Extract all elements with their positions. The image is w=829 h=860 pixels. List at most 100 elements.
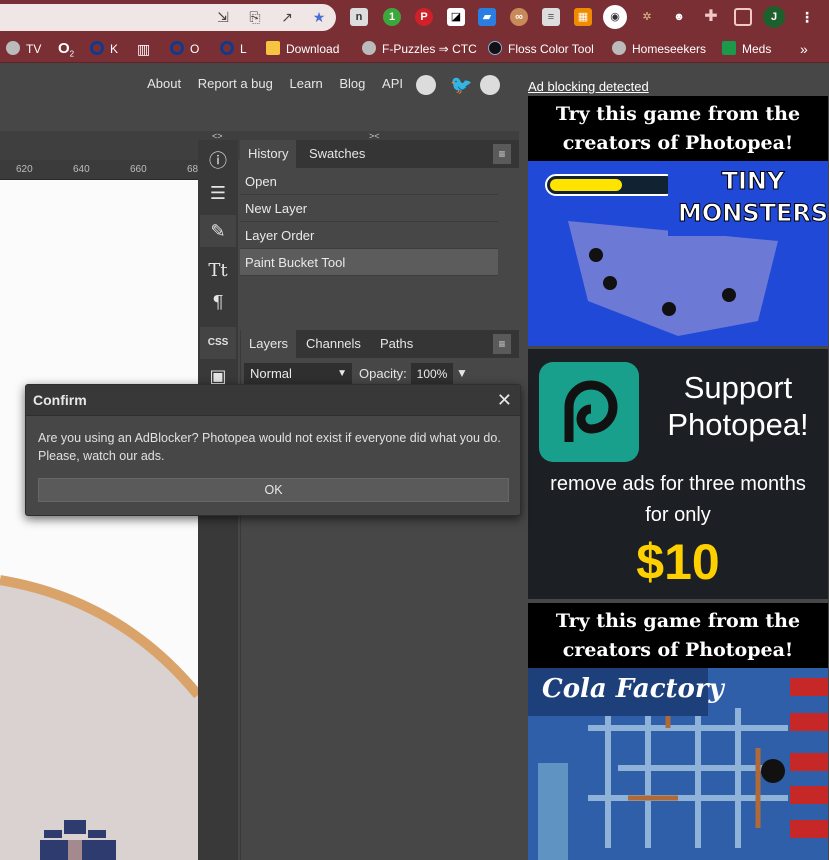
history-tabs: History Swatches ≡ (240, 140, 519, 168)
ring-icon (170, 41, 184, 55)
twitter-icon[interactable]: 🐦 (450, 75, 472, 95)
ad-blocking-notice[interactable]: Ad blocking detected (528, 79, 649, 94)
ad-sidebar: Ad blocking detected Try this game from … (519, 63, 829, 860)
browser-toolbar: ⇲ ⎘ ↗ ★ n 1 P ◪ ▰ ∞ ≡ ▦ ◉ ✲ ☻ ✚ J ⋮ (0, 0, 829, 35)
tiny-monsters-game-image: TINY MONSTERS (528, 161, 828, 346)
puzzle-icon[interactable]: ✚ (702, 8, 720, 26)
bookmark-homeseekers[interactable]: Homeseekers (612, 40, 706, 58)
bookmark-label: F-Puzzles ⇒ CTC (382, 42, 477, 56)
reddit-icon[interactable] (416, 75, 436, 95)
history-item[interactable]: Open (240, 168, 498, 195)
ad-offer-text: remove ads for three months for only (550, 473, 806, 526)
star-icon[interactable]: ★ (311, 9, 327, 25)
embroidery-hoop-image (0, 180, 198, 860)
tab-layers[interactable]: Layers (241, 330, 297, 358)
ext-cat[interactable]: ☻ (670, 8, 688, 26)
link-blog[interactable]: Blog (339, 76, 365, 91)
ad-title: Try this game from the creators of Photo… (555, 103, 801, 154)
link-about[interactable]: About (147, 76, 181, 91)
bookmark-meds[interactable]: Meds (722, 40, 771, 58)
bookmark-l[interactable]: L (220, 40, 247, 58)
bookmark-label: Floss Color Tool (508, 42, 594, 56)
paragraph-icon[interactable]: ¶ (200, 287, 236, 319)
bookmarks-bar: TV O2 K ▥ O L Download F-Puzzles ⇒ CTC F… (0, 35, 829, 63)
ruler-tick: 620 (16, 164, 33, 175)
bookmark-o2[interactable]: O2 (58, 40, 74, 58)
ad-tiny-monsters[interactable]: Try this game from the creators of Photo… (528, 96, 828, 346)
camera-ext[interactable]: ◉ (603, 5, 627, 29)
bookmarks-more[interactable]: » (800, 40, 808, 58)
share-icon[interactable]: ⇲ (215, 9, 231, 25)
ad-cola-factory[interactable]: Try this game from the creators of Photo… (528, 603, 828, 860)
bookmark-label: O (58, 40, 70, 57)
panel-menu-icon[interactable]: ≡ (493, 144, 511, 164)
dialog-header: Confirm ✕ (26, 385, 520, 416)
ad-support-photopea[interactable]: Support Photopea! remove ads for three m… (528, 349, 828, 599)
history-panel: History Swatches ≡ Open New Layer Layer … (240, 140, 519, 326)
bookmark-label: Meds (742, 42, 772, 56)
link-learn[interactable]: Learn (290, 76, 323, 91)
opacity-label: Opacity: (359, 366, 407, 381)
bookmark-label: O (190, 42, 200, 56)
history-item[interactable]: Layer Order (240, 222, 498, 249)
react-icon (488, 41, 502, 55)
css-icon[interactable]: CSS (200, 327, 236, 359)
facebook-icon[interactable] (480, 75, 500, 95)
install-icon[interactable]: ⎘ (247, 9, 263, 25)
sidebar-icon[interactable] (734, 8, 752, 26)
link-api[interactable]: API (382, 76, 403, 91)
ext-bug[interactable]: ✲ (638, 8, 656, 26)
globe-icon (6, 41, 20, 55)
brush-icon[interactable]: ✎ (200, 215, 236, 247)
blend-mode-select[interactable]: Normal ▼ (244, 363, 352, 385)
ad-line: Support (683, 370, 793, 405)
pinterest-ext[interactable]: P (415, 8, 433, 26)
tab-paths[interactable]: Paths (372, 330, 421, 358)
share-page-icon[interactable]: ↗ (279, 9, 295, 25)
panel-menu-icon[interactable]: ≡ (493, 334, 511, 354)
green-ext[interactable]: 1 (383, 8, 401, 26)
opacity-input[interactable]: 100% (411, 363, 453, 385)
history-item[interactable]: New Layer (240, 195, 498, 222)
ad-line: Photopea! (667, 407, 809, 442)
document-canvas[interactable] (0, 180, 198, 860)
top-links: About Report a bug Learn Blog API (134, 76, 403, 91)
ext-list[interactable]: ≡ (542, 8, 560, 26)
opacity-dropdown-icon[interactable]: ▼ (456, 366, 468, 380)
ruler-tick: 68 (187, 164, 199, 175)
profile-avatar[interactable]: J (763, 6, 785, 28)
menu-dots-icon[interactable]: ⋮ (798, 8, 816, 26)
game-logo: Cola Factory (542, 674, 724, 704)
ruler-tick: 640 (73, 164, 90, 175)
game-logo: TINY MONSTERS (678, 167, 829, 228)
close-icon[interactable]: ✕ (497, 390, 512, 410)
ruler-tick: 660 (130, 164, 147, 175)
tab-history[interactable]: History (240, 140, 297, 168)
n-ext[interactable]: n (350, 8, 368, 26)
ext-blue[interactable]: ▰ (478, 8, 496, 26)
bookmark-download[interactable]: Download (266, 40, 339, 58)
bookmark-k[interactable]: K (90, 40, 118, 58)
ext-orange[interactable]: ▦ (574, 8, 592, 26)
history-item-selected[interactable]: Paint Bucket Tool (240, 249, 498, 276)
link-report-bug[interactable]: Report a bug (198, 76, 273, 91)
bookmark-fpuzzles[interactable]: F-Puzzles ⇒ CTC (362, 40, 477, 58)
bookmark-books[interactable]: ▥ (137, 40, 150, 58)
ext-notion[interactable]: ◪ (447, 8, 465, 26)
bookmark-label: TV (26, 42, 42, 56)
bookmark-tv[interactable]: TV (6, 40, 41, 58)
globe-icon (612, 41, 626, 55)
tab-swatches[interactable]: Swatches (301, 140, 373, 168)
text-icon[interactable]: Tt (200, 255, 236, 287)
ok-button[interactable]: OK (38, 478, 509, 502)
bookmark-floss[interactable]: Floss Color Tool (488, 40, 594, 58)
dialog-title: Confirm (33, 392, 87, 408)
info-icon[interactable]: ⓘ (200, 145, 236, 177)
tab-channels[interactable]: Channels (298, 330, 369, 358)
books-icon: ▥ (137, 41, 151, 57)
bookmark-o[interactable]: O (170, 40, 199, 58)
photopea-header: About Report a bug Learn Blog API (0, 63, 519, 131)
ext-eyes[interactable]: ∞ (510, 8, 528, 26)
chevron-down-icon: ▼ (337, 368, 347, 379)
adjust-icon[interactable]: ☰ (200, 177, 236, 209)
